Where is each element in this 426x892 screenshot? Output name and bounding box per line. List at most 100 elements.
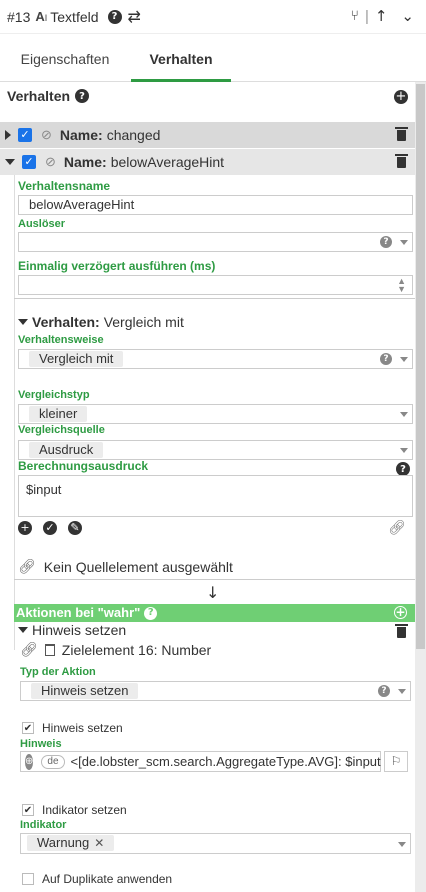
- indicator-label: Indikator: [20, 819, 67, 831]
- delay-label: Einmalig verzögert ausführen (ms): [18, 259, 216, 273]
- trash-icon[interactable]: [44, 643, 55, 656]
- enabled-checkbox[interactable]: ✓: [18, 128, 32, 142]
- trigger-label: Auslöser: [18, 218, 66, 230]
- compare-source-select[interactable]: Ausdruck: [18, 440, 413, 460]
- element-number: #13: [7, 8, 31, 25]
- language-badge[interactable]: de: [41, 754, 65, 769]
- tab-verhalten[interactable]: Verhalten: [131, 38, 231, 82]
- mode-select[interactable]: Vergleich mit ?: [18, 349, 413, 369]
- branch-icon[interactable]: ⑂: [351, 8, 359, 24]
- edit-icon[interactable]: ✎: [68, 521, 82, 535]
- enabled-checkbox[interactable]: ✓: [22, 155, 36, 169]
- behavior-name-label: Verhaltensname: [18, 179, 111, 193]
- collapse-icon[interactable]: [5, 159, 15, 165]
- eye-off-icon[interactable]: ⊘: [41, 127, 52, 143]
- duplicates-checkbox[interactable]: [22, 873, 34, 885]
- behavior-row[interactable]: ✓ ⊘ Name: changed: [0, 122, 415, 148]
- action-head[interactable]: Hinweis setzen: [18, 622, 126, 638]
- duplicates-checkbox-row[interactable]: Auf Duplikate anwenden: [22, 872, 172, 886]
- chevron-down-icon: [400, 240, 408, 245]
- help-icon[interactable]: ?: [396, 462, 410, 476]
- set-indicator-label: Indikator setzen: [42, 803, 127, 817]
- scrollbar-thumb[interactable]: [416, 84, 425, 649]
- help-icon[interactable]: ?: [380, 236, 392, 248]
- eye-off-icon[interactable]: ⊘: [45, 154, 56, 170]
- remove-icon[interactable]: ✕: [94, 836, 104, 850]
- action-title: Hinweis setzen: [32, 622, 127, 638]
- compare-source-label: Vergleichsquelle: [18, 424, 105, 436]
- tab-bar: Eigenschaften Verhalten: [0, 38, 426, 82]
- check-icon[interactable]: ✓: [43, 521, 57, 535]
- hint-input[interactable]: ⊕ de <[de.lobster_scm.search.AggregateTy…: [20, 751, 381, 772]
- set-hint-checkbox[interactable]: ✔: [22, 722, 34, 734]
- actions-true-bar: Aktionen bei "wahr" ? +: [14, 604, 415, 622]
- trash-icon[interactable]: [395, 154, 408, 168]
- set-indicator-checkbox-row[interactable]: ✔ Indikator setzen: [22, 803, 127, 817]
- behavior-name: Name: changed: [59, 127, 161, 143]
- help-icon[interactable]: ?: [378, 685, 390, 697]
- compare-type-chip: kleiner: [29, 406, 88, 422]
- globe-icon[interactable]: ⊕: [25, 753, 34, 770]
- behavior-type-head[interactable]: Verhalten: Vergleich mit: [18, 314, 184, 330]
- set-indicator-checkbox[interactable]: ✔: [22, 804, 34, 816]
- expression-label: Berechnungsausdruck: [18, 459, 149, 473]
- divider: [14, 298, 415, 299]
- chevron-down-icon[interactable]: ⌄: [401, 7, 414, 25]
- divider: |: [364, 7, 369, 25]
- collapse-icon[interactable]: [18, 319, 28, 325]
- action-type-label: Typ der Aktion: [20, 666, 96, 678]
- expand-icon[interactable]: [5, 130, 11, 140]
- chevron-down-icon: [400, 412, 408, 417]
- help-icon[interactable]: ?: [380, 353, 392, 365]
- link-icon[interactable]: 🔗︎: [388, 519, 406, 536]
- divider: [14, 579, 415, 580]
- text-field-icon: AI: [35, 9, 48, 24]
- trash-icon[interactable]: [395, 624, 408, 638]
- behavior-row[interactable]: ✓ ⊘ Name: belowAverageHint: [0, 149, 415, 175]
- source-element-text: Kein Quellelement ausgewählt: [43, 558, 233, 575]
- behavior-name: Name: belowAverageHint: [63, 154, 225, 170]
- hint-text: <[de.lobster_scm.search.AggregateType.AV…: [70, 754, 381, 769]
- expression-textarea[interactable]: $input: [18, 475, 413, 517]
- trigger-select[interactable]: ?: [18, 232, 413, 252]
- help-icon[interactable]: ?: [107, 9, 122, 24]
- indicator-chip: Warnung ✕: [27, 835, 115, 851]
- link-icon[interactable]: 🔗︎: [20, 641, 38, 658]
- add-action-icon[interactable]: +: [394, 606, 407, 619]
- set-hint-label: Hinweis setzen: [42, 721, 123, 735]
- element-title: Textfeld: [50, 8, 99, 25]
- compare-type-select[interactable]: kleiner: [18, 404, 413, 424]
- arrow-up-icon[interactable]: ↑: [375, 7, 388, 25]
- spinner-icon[interactable]: ▲ ▼: [397, 277, 406, 294]
- swap-icon[interactable]: ⇄: [128, 7, 141, 27]
- add-behavior-icon[interactable]: +: [394, 90, 408, 104]
- behavior-name-input[interactable]: belowAverageHint: [18, 195, 413, 215]
- chevron-down-icon: [398, 842, 406, 847]
- collapse-icon[interactable]: [18, 627, 28, 633]
- indicator-select[interactable]: Warnung ✕: [20, 833, 411, 854]
- chevron-down-icon: [400, 448, 408, 453]
- flag-icon[interactable]: ⚐: [384, 751, 408, 772]
- link-icon[interactable]: 🔗︎: [18, 558, 36, 575]
- chevron-down-icon: [398, 689, 406, 694]
- action-type-chip: Hinweis setzen: [31, 683, 139, 699]
- target-element[interactable]: 🔗︎ Zielelement 16: Number: [20, 641, 211, 658]
- compare-source-chip: Ausdruck: [29, 442, 104, 458]
- element-header: #13 AI Textfeld ? ⇄ ⑂ | ↑ ⌄: [0, 0, 426, 34]
- source-element[interactable]: 🔗︎ Kein Quellelement ausgewählt: [18, 558, 233, 575]
- section-title-text: Verhalten: [7, 88, 71, 104]
- delay-input[interactable]: ▲ ▼: [18, 275, 413, 295]
- arrow-down-icon: ↓: [206, 583, 220, 602]
- mode-chip: Vergleich mit: [29, 351, 124, 367]
- mode-label: Verhaltensweise: [18, 334, 104, 346]
- trash-icon[interactable]: [395, 127, 408, 141]
- help-icon[interactable]: ?: [75, 89, 90, 103]
- add-icon[interactable]: +: [18, 521, 32, 535]
- actions-bar-title: Aktionen bei "wahr": [16, 605, 141, 620]
- tab-eigenschaften[interactable]: Eigenschaften: [0, 38, 130, 82]
- help-icon[interactable]: ?: [144, 606, 158, 620]
- action-type-select[interactable]: Hinweis setzen ?: [20, 681, 411, 701]
- set-hint-checkbox-row[interactable]: ✔ Hinweis setzen: [22, 721, 123, 735]
- hint-label: Hinweis: [20, 738, 62, 750]
- target-text: Zielelement 16: Number: [61, 641, 212, 658]
